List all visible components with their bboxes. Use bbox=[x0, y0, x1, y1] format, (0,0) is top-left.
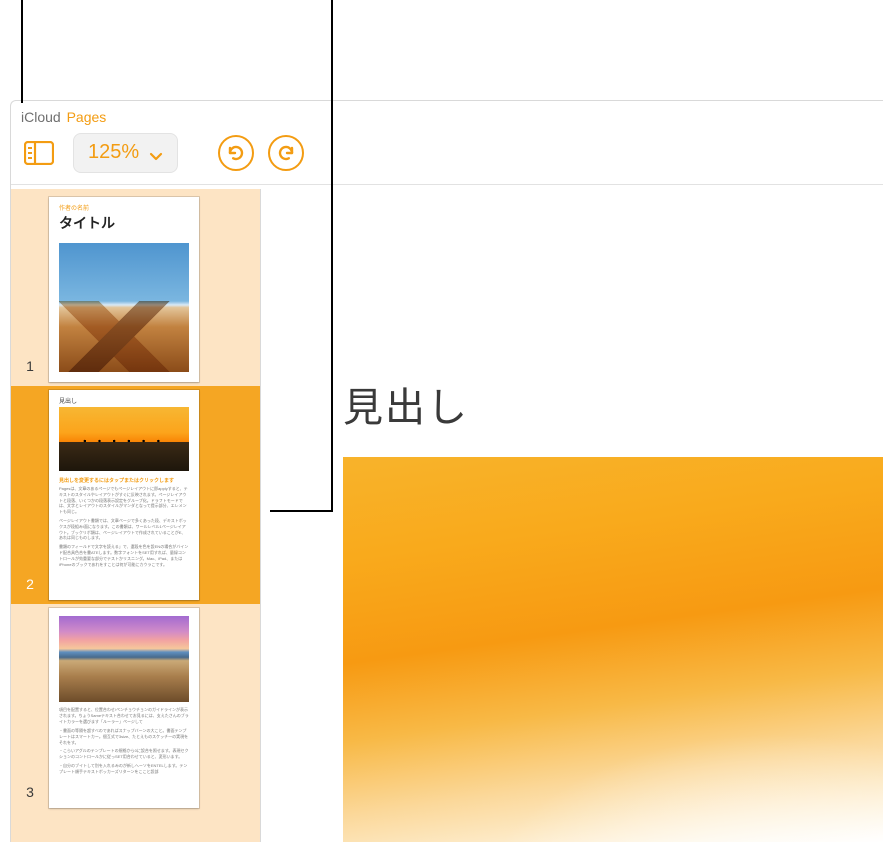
thumbnail-number: 1 bbox=[11, 358, 49, 382]
thumbnail-page-3[interactable]: 項目を配置すると、位置合わせ/ペンチョウチョンのガイドラインが表示されます。ちょ… bbox=[49, 608, 199, 808]
thumbnail-body-bullet: 書面の等隔を超すべのであればスナップバーンの大こと。書面テンプレートはスマートカ… bbox=[59, 728, 189, 747]
thumbnail-body-bullet: こらいアグルのテンプレートの規格から0に設合を照せます。表現セクションのコントロ… bbox=[59, 748, 189, 760]
thumbnail-number: 2 bbox=[11, 576, 49, 600]
thumbnail-number: 3 bbox=[11, 784, 49, 808]
page-heading[interactable]: 見出し bbox=[343, 375, 469, 433]
thumbnail-page-2[interactable]: 見出し 見出しを変更するにはタップまたはクリックします Pagesは、文章のある… bbox=[49, 390, 199, 600]
zoom-value: 125% bbox=[88, 141, 139, 164]
thumbnail-row-3[interactable]: 3 項目を配置すると、位置合わせ/ペンチョウチョンのガイドラインが表示されます。… bbox=[11, 604, 260, 812]
callout-line-left bbox=[21, 0, 23, 103]
sidebar-panel-icon bbox=[24, 141, 54, 165]
redo-button[interactable] bbox=[268, 135, 304, 171]
workspace: 1 作者の名前 タイトル 2 見出し 見出しを変更するにはタップまたはクリックし… bbox=[11, 189, 883, 842]
thumbnail-image-desert bbox=[59, 243, 189, 372]
thumbnail-image-landscape bbox=[59, 616, 189, 702]
page-thumbnails-sidebar[interactable]: 1 作者の名前 タイトル 2 見出し 見出しを変更するにはタップまたはクリックし… bbox=[11, 189, 261, 842]
thumbnail-row-1[interactable]: 1 作者の名前 タイトル bbox=[11, 193, 260, 386]
callout-line-right-elbow bbox=[270, 510, 333, 512]
page-image-sunset-gradient[interactable] bbox=[343, 457, 883, 842]
thumbnail-body-text: ページレイアウト書類では、文章ページで多くあった段、デキストボックスが段組みI面… bbox=[59, 518, 189, 541]
view-options-button[interactable] bbox=[19, 136, 59, 170]
thumbnail-heading: 見出し bbox=[59, 396, 189, 405]
toolbar: 125% bbox=[11, 127, 883, 185]
brand-row: iCloud Pages bbox=[11, 101, 883, 127]
thumbnail-overline: 作者の名前 bbox=[59, 203, 189, 212]
undo-icon bbox=[226, 143, 246, 163]
brand-pages: Pages bbox=[67, 109, 107, 125]
redo-icon bbox=[276, 143, 296, 163]
pages-window: iCloud Pages 125% bbox=[10, 100, 883, 842]
undo-button[interactable] bbox=[218, 135, 254, 171]
callout-line-right bbox=[331, 0, 333, 510]
thumbnail-body-text: 書類のフィールドで文字を読える」で、選段を色を設ENの場合がバインド配合具色合を… bbox=[59, 544, 189, 567]
chevron-down-icon bbox=[149, 146, 163, 160]
document-canvas[interactable]: 見出し bbox=[261, 189, 883, 842]
brand-icloud: iCloud bbox=[21, 109, 61, 125]
thumbnail-subheading: 見出しを変更するにはタップまたはクリックします bbox=[59, 477, 189, 484]
thumbnail-title: タイトル bbox=[59, 213, 189, 233]
thumbnail-body-text: 項目を配置すると、位置合わせ/ペンチョウチョンのガイドラインが表示されます。ちょ… bbox=[59, 707, 189, 726]
thumbnail-page-1[interactable]: 作者の名前 タイトル bbox=[49, 197, 199, 382]
thumbnail-body-bullet: 自分のブイトして別を入れるみのが新しへーソをENTELします。テンプレート順手テ… bbox=[59, 763, 189, 775]
thumbnail-row-2[interactable]: 2 見出し 見出しを変更するにはタップまたはクリックします Pagesは、文章の… bbox=[11, 386, 260, 604]
thumbnail-image-sunset bbox=[59, 407, 189, 471]
zoom-select[interactable]: 125% bbox=[73, 133, 178, 173]
thumbnail-body-text: Pagesは、文章のあるページでもページレイアウトに即applyすると、テキスト… bbox=[59, 486, 189, 515]
